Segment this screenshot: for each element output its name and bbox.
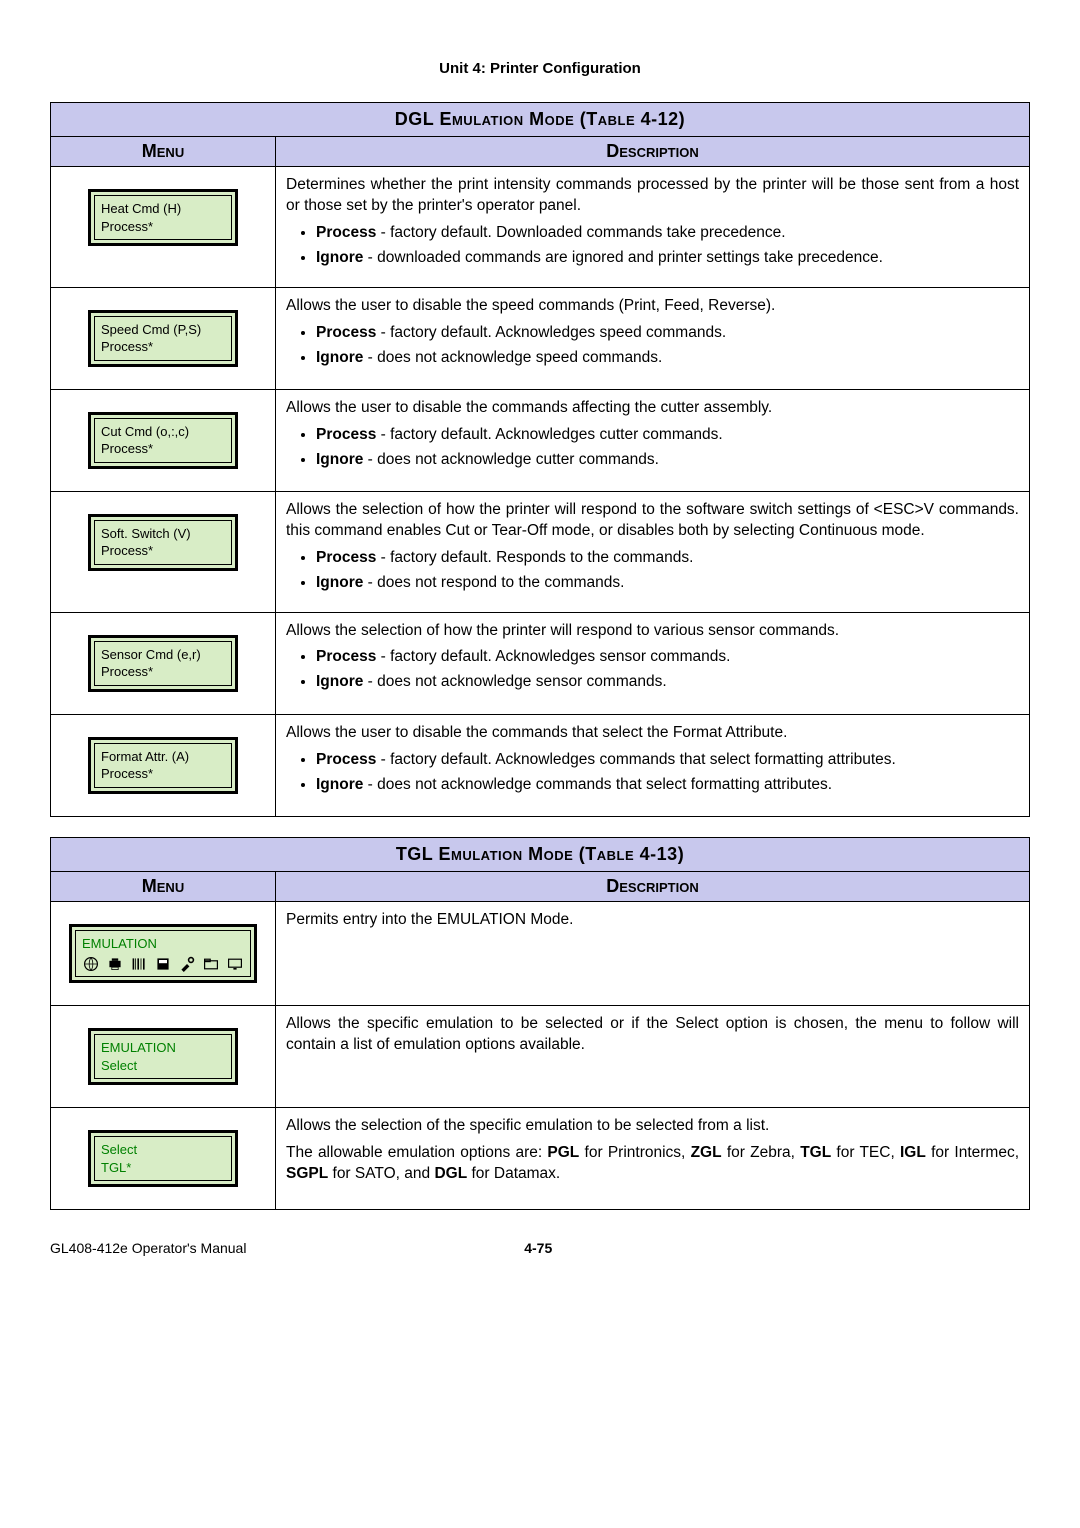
list-item: Ignore - does not acknowledge cutter com… (316, 450, 1019, 471)
desc-intro: Permits entry into the EMULATION Mode. (286, 910, 1019, 931)
dgl-emulation-table: DGL Emulation Mode (Table 4-12) Menu Des… (50, 102, 1030, 817)
option-list: Process - factory default. Downloaded co… (286, 223, 1019, 269)
desc-intro: Determines whether the print intensity c… (286, 175, 1019, 217)
menu-line2: Process* (101, 542, 225, 560)
desc-intro: Allows the specific emulation to be sele… (286, 1014, 1019, 1056)
list-item: Process - factory default. Acknowledges … (316, 425, 1019, 446)
table-row: Cut Cmd (o,:,c) Process* Allows the user… (51, 389, 1030, 491)
menu-line2: Process* (101, 218, 225, 236)
desc-intro: Allows the selection of how the printer … (286, 621, 1019, 642)
table-row: Soft. Switch (V) Process* Allows the sel… (51, 491, 1030, 612)
list-item: Process - factory default. Responds to t… (316, 548, 1019, 569)
option-list: Process - factory default. Acknowledges … (286, 647, 1019, 693)
barcode-icon (130, 956, 148, 972)
menu-line1: Soft. Switch (V) (101, 525, 225, 543)
table-row: Format Attr. (A) Process* Allows the use… (51, 714, 1030, 816)
option-list: Process - factory default. Acknowledges … (286, 425, 1019, 471)
menu-box: Select TGL* (88, 1130, 238, 1187)
table-row: EMULATION Permits entry into the EMULATI… (51, 901, 1030, 1006)
table-row: Heat Cmd (H) Process* Determines whether… (51, 167, 1030, 288)
menu-line2: TGL* (101, 1159, 225, 1177)
menu-box: Format Attr. (A) Process* (88, 737, 238, 794)
globe-icon (82, 956, 100, 972)
desc-intro: Allows the selection of how the printer … (286, 500, 1019, 542)
table-row: Sensor Cmd (e,r) Process* Allows the sel… (51, 612, 1030, 714)
menu-line1: Cut Cmd (o,:,c) (101, 423, 225, 441)
emulation-icons (82, 956, 244, 972)
list-item: Process - factory default. Downloaded co… (316, 223, 1019, 244)
folder-icon (202, 956, 220, 972)
footer-page-number: 4-75 (524, 1240, 552, 1256)
menu-line1: Speed Cmd (P,S) (101, 321, 225, 339)
menu-line2: Process* (101, 765, 225, 783)
list-item: Process - factory default. Acknowledges … (316, 323, 1019, 344)
menu-line1: EMULATION (82, 935, 244, 953)
menu-box: Cut Cmd (o,:,c) Process* (88, 412, 238, 469)
tool-icon (178, 956, 196, 972)
menu-line2: Select (101, 1057, 225, 1075)
list-item: Ignore - downloaded commands are ignored… (316, 248, 1019, 269)
option-list: Process - factory default. Acknowledges … (286, 750, 1019, 796)
list-item: Ignore - does not acknowledge speed comm… (316, 348, 1019, 369)
menu-box: EMULATION Select (88, 1028, 238, 1085)
table-row: Select TGL* Allows the selection of the … (51, 1108, 1030, 1210)
menu-box: Sensor Cmd (e,r) Process* (88, 635, 238, 692)
list-item: Ignore - does not acknowledge commands t… (316, 775, 1019, 796)
menu-line2: Process* (101, 338, 225, 356)
tgl-emulation-table: TGL Emulation Mode (Table 4-13) Menu Des… (50, 837, 1030, 1211)
screen-icon (226, 956, 244, 972)
table-row: EMULATION Select Allows the specific emu… (51, 1006, 1030, 1108)
menu-line2: Process* (101, 663, 225, 681)
menu-box: Speed Cmd (P,S) Process* (88, 310, 238, 367)
table2-menu-header: Menu (51, 871, 276, 901)
menu-box: Soft. Switch (V) Process* (88, 514, 238, 571)
table1-title: DGL Emulation Mode (Table 4-12) (51, 103, 1030, 137)
footer-left: GL408-412e Operator's Manual (50, 1240, 246, 1256)
list-item: Process - factory default. Acknowledges … (316, 647, 1019, 668)
menu-line1: EMULATION (101, 1039, 225, 1057)
menu-line1: Select (101, 1141, 225, 1159)
menu-box: Heat Cmd (H) Process* (88, 189, 238, 246)
list-item: Ignore - does not acknowledge sensor com… (316, 672, 1019, 693)
table1-menu-header: Menu (51, 137, 276, 167)
printer-icon (106, 956, 124, 972)
menu-line1: Heat Cmd (H) (101, 200, 225, 218)
table-row: Speed Cmd (P,S) Process* Allows the user… (51, 287, 1030, 389)
page-footer: GL408-412e Operator's Manual 4-75 (50, 1240, 1030, 1256)
desc-intro: Allows the selection of the specific emu… (286, 1116, 1019, 1137)
option-list: Process - factory default. Acknowledges … (286, 323, 1019, 369)
desc-extra: The allowable emulation options are: PGL… (286, 1143, 1019, 1185)
table2-desc-header: Description (276, 871, 1030, 901)
desc-intro: Allows the user to disable the commands … (286, 723, 1019, 744)
menu-box: EMULATION (69, 924, 257, 984)
table1-desc-header: Description (276, 137, 1030, 167)
unit-header: Unit 4: Printer Configuration (50, 60, 1030, 77)
table2-title: TGL Emulation Mode (Table 4-13) (51, 837, 1030, 871)
option-list: Process - factory default. Responds to t… (286, 548, 1019, 594)
list-item: Process - factory default. Acknowledges … (316, 750, 1019, 771)
menu-line2: Process* (101, 440, 225, 458)
menu-line1: Sensor Cmd (e,r) (101, 646, 225, 664)
label-icon (154, 956, 172, 972)
list-item: Ignore - does not respond to the command… (316, 573, 1019, 594)
desc-intro: Allows the user to disable the commands … (286, 398, 1019, 419)
desc-intro: Allows the user to disable the speed com… (286, 296, 1019, 317)
menu-line1: Format Attr. (A) (101, 748, 225, 766)
